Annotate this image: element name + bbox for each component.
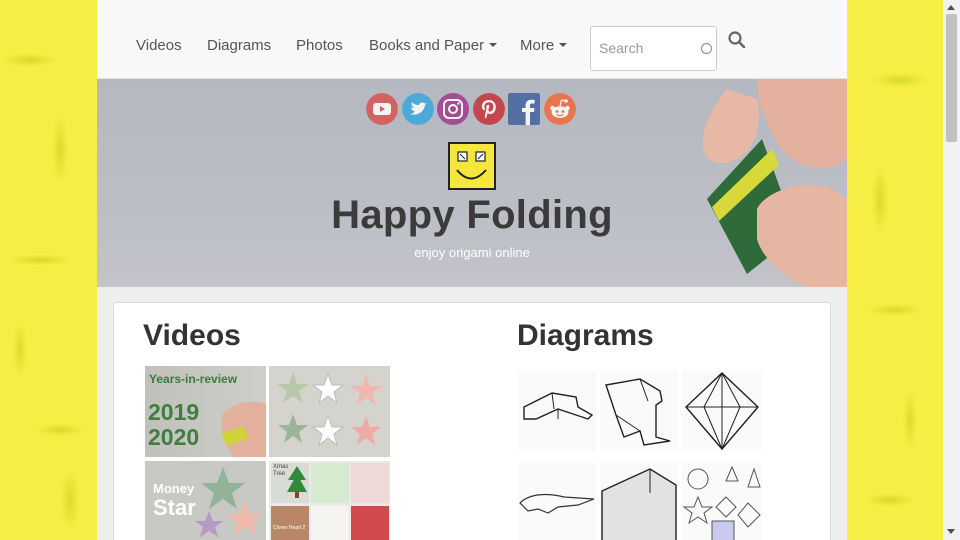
- scroll-thumb[interactable]: [946, 14, 957, 142]
- facebook-icon[interactable]: [508, 93, 540, 125]
- thumb-cell: [351, 506, 389, 540]
- thumb-text: 2020: [148, 424, 200, 450]
- reddit-icon[interactable]: [544, 93, 576, 125]
- youtube-icon[interactable]: [366, 93, 398, 125]
- video-thumb-stars[interactable]: [269, 366, 390, 457]
- diagram-lantern[interactable]: [682, 371, 762, 451]
- thumb-cell: [311, 506, 349, 540]
- search-input[interactable]: [599, 38, 694, 58]
- twitter-icon[interactable]: [402, 93, 434, 125]
- thumb-cell: [351, 463, 389, 503]
- thumb-text: Money: [153, 481, 195, 496]
- page-container: Videos Diagrams Photos Books and Paper M…: [97, 0, 847, 540]
- navbar: Videos Diagrams Photos Books and Paper M…: [97, 0, 847, 79]
- thumb-cell: [271, 506, 309, 540]
- content-panel: Videos Diagrams Years-in-review 2019 202…: [113, 302, 831, 540]
- video-thumb-money-star[interactable]: Money Star: [145, 461, 266, 540]
- thumb-text: Clover Heart 2: [273, 525, 306, 531]
- videos-heading: Videos: [143, 319, 241, 352]
- site-tagline: enjoy origami online: [414, 245, 530, 260]
- diagram-dog[interactable]: [600, 371, 678, 451]
- thumb-text: Tree: [273, 471, 286, 477]
- chevron-down-icon: [559, 43, 568, 47]
- thumb-text: 2019: [148, 399, 200, 425]
- site-title: Happy Folding: [331, 193, 613, 237]
- diagram-collection[interactable]: [682, 463, 762, 540]
- nav-more-label: More: [520, 37, 555, 54]
- search-icon[interactable]: [727, 30, 747, 50]
- hero-banner: Happy Folding enjoy origami online: [97, 79, 847, 287]
- happy-folding-logo: [448, 142, 496, 190]
- hand-image: [221, 401, 266, 457]
- diagram-hat[interactable]: [518, 371, 596, 451]
- page-scrollbar[interactable]: [943, 0, 960, 540]
- clear-search-icon[interactable]: [701, 43, 712, 54]
- thumb-text: Years-in-review: [149, 372, 238, 386]
- pinterest-icon[interactable]: [473, 93, 505, 125]
- stars-image: [277, 372, 382, 447]
- nav-photos[interactable]: Photos: [296, 37, 343, 54]
- diagram-crocodile[interactable]: [518, 463, 596, 540]
- nav-videos[interactable]: Videos: [136, 37, 182, 54]
- smiley-logo-icon: [456, 151, 487, 180]
- money-star-image: [195, 467, 263, 537]
- chevron-down-icon: [489, 43, 498, 47]
- scroll-down-icon[interactable]: [947, 529, 955, 534]
- video-thumb-xmas-tree[interactable]: Xmas Tree Clover Heart 2: [269, 461, 390, 540]
- diagram-box[interactable]: [600, 463, 678, 540]
- thumb-text: Star: [153, 495, 196, 520]
- search-box: [590, 26, 717, 71]
- video-thumb-years-in-review[interactable]: Years-in-review 2019 2020: [145, 366, 266, 457]
- nav-diagrams[interactable]: Diagrams: [207, 37, 271, 54]
- xmas-tree-image: [287, 466, 307, 498]
- nav-books-and-paper-label: Books and Paper: [369, 37, 485, 54]
- scroll-up-icon[interactable]: [947, 5, 955, 10]
- diagrams-heading: Diagrams: [517, 319, 654, 352]
- thumb-cell: [311, 463, 349, 503]
- nav-books-and-paper[interactable]: Books and Paper: [369, 37, 498, 54]
- nav-more[interactable]: More: [520, 37, 568, 54]
- instagram-icon[interactable]: [437, 93, 469, 125]
